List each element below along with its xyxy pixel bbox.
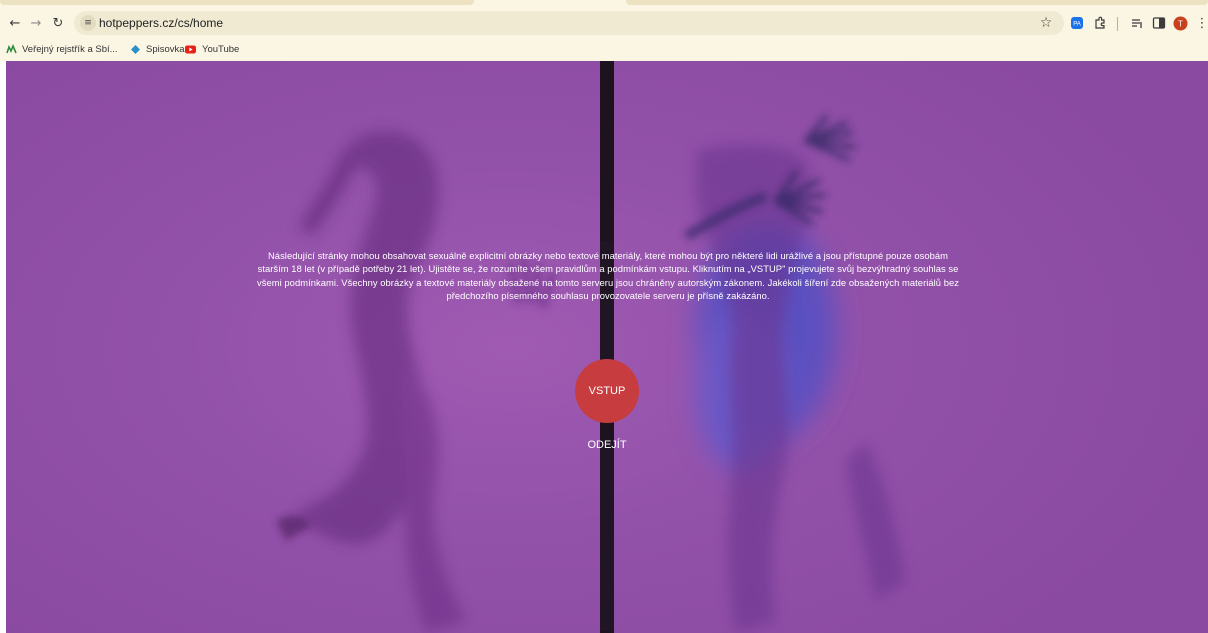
bookmark-item[interactable]: YouTube [184, 41, 239, 57]
svg-text:T: T [1178, 19, 1183, 28]
bookmark-label: Veřejný rejstřík a Sbí... [22, 43, 118, 55]
disclaimer-line: všemi podmínkami. Všechny obrázky a text… [257, 276, 959, 288]
age-gate-page: Následující stránky mohou obsahovat sexu… [6, 61, 1208, 633]
bookmarks-bar: Veřejný rejstřík a Sbí... Spisovka YouTu… [0, 40, 1208, 58]
address-bar[interactable]: ≡ hotpeppers.cz/cs/home [74, 11, 1064, 35]
rejstrik-favicon-icon [6, 43, 17, 53]
tab-right[interactable] [626, 0, 1208, 5]
menu-kebab-icon[interactable]: ⋮ [1194, 15, 1208, 31]
leave-link[interactable]: ODEJÍT [566, 439, 648, 451]
tab-strip [0, 0, 1208, 8]
tab-left[interactable] [0, 0, 474, 5]
bookmark-label: YouTube [202, 43, 240, 55]
enter-button[interactable]: VSTUP [575, 359, 639, 423]
url-text[interactable]: hotpeppers.cz/cs/home [99, 16, 223, 30]
age-disclaimer-text: Následující stránky mohou obsahovat sexu… [236, 249, 980, 303]
reload-icon[interactable]: ↻ [49, 14, 67, 32]
extensions-puzzle-icon[interactable] [1092, 15, 1108, 31]
bookmark-label: Spisovka [146, 43, 185, 55]
browser-toolbar: ← → ↻ ≡ hotpeppers.cz/cs/home ☆ PA T ⋮ [0, 11, 1208, 37]
site-info-icon[interactable]: ≡ [80, 15, 96, 31]
disclaimer-line: předchozího písemného souhlasu provozova… [446, 290, 770, 302]
profile-avatar[interactable]: T [1172, 15, 1188, 31]
disclaimer-line: starším 18 let (v případě potřeby 21 let… [257, 263, 959, 275]
forward-arrow-icon[interactable]: → [27, 14, 45, 32]
spisovka-favicon-icon [131, 44, 140, 54]
disclaimer-line: Následující stránky mohou obsahovat sexu… [267, 250, 948, 261]
side-panel-icon[interactable] [1151, 15, 1167, 31]
back-arrow-icon[interactable]: ← [6, 14, 24, 32]
browser-chrome: ← → ↻ ≡ hotpeppers.cz/cs/home ☆ PA T ⋮ V… [0, 0, 1208, 61]
bookmark-star-icon[interactable]: ☆ [1038, 15, 1054, 31]
svg-text:PA: PA [1073, 22, 1081, 28]
youtube-favicon-icon [185, 45, 196, 53]
bookmark-item[interactable]: Spisovka [130, 41, 185, 57]
toolbar-separator [1117, 17, 1118, 31]
bookmark-item[interactable]: Veřejný rejstřík a Sbí... [6, 41, 118, 57]
reading-list-icon[interactable] [1129, 15, 1145, 31]
background-silhouettes-image [276, 61, 906, 633]
extension-pa-icon[interactable]: PA [1069, 15, 1085, 31]
